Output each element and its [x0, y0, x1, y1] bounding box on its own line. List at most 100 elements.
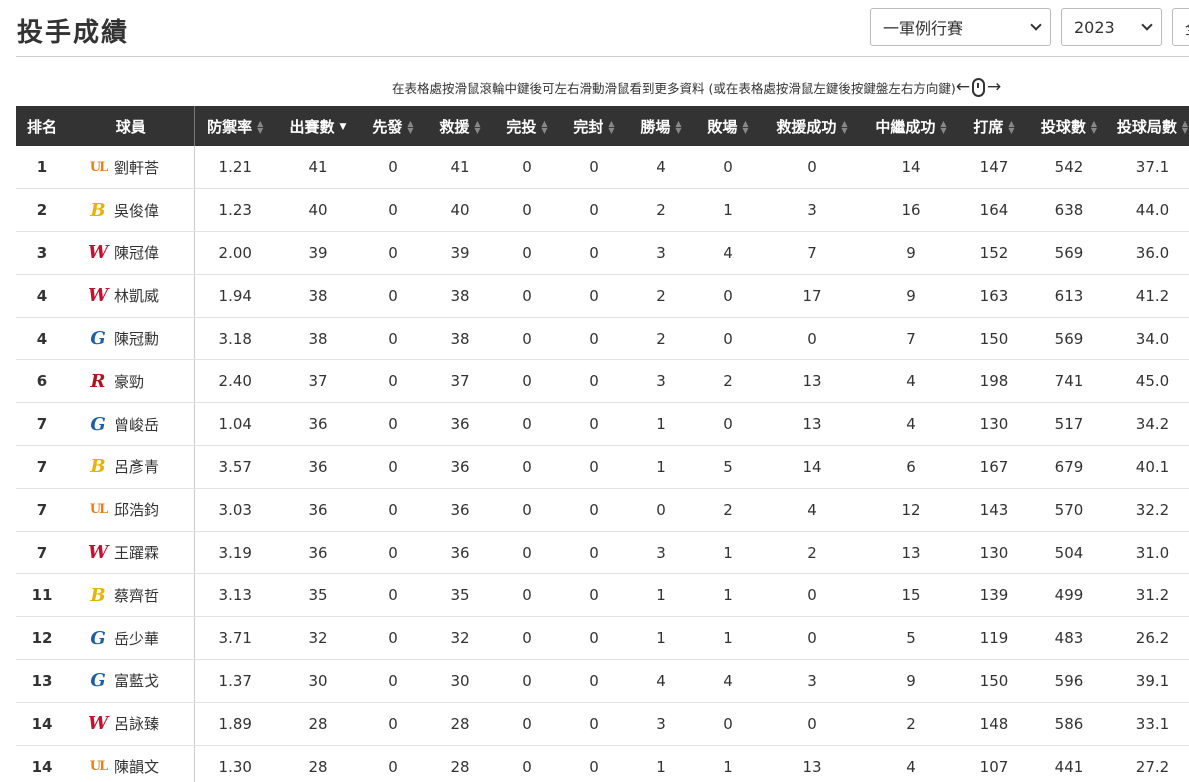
- column-header-losses[interactable]: 敗場 ▲ ▼: [694, 106, 762, 146]
- stat-cell-hld: 2: [862, 702, 960, 746]
- page-title: 投手成績: [17, 18, 130, 48]
- player-cell[interactable]: UL 陳韻文: [68, 745, 195, 782]
- stat-cell-sv: 13: [762, 359, 862, 404]
- stat-cell-era: 1.04: [194, 402, 276, 447]
- column-header-shutouts[interactable]: 完封 ▲ ▼: [560, 106, 628, 146]
- stat-cell-pa: 198: [960, 359, 1028, 404]
- player-cell[interactable]: UL 邱浩鈞: [68, 488, 195, 532]
- rank-cell: 12: [16, 616, 68, 661]
- player-cell[interactable]: G 曾峻岳: [68, 402, 195, 447]
- lions-logo-icon: UL: [89, 159, 108, 175]
- player-cell[interactable]: G 岳少華: [68, 616, 195, 661]
- stat-cell-g: 35: [276, 573, 360, 618]
- player-name[interactable]: 林凱威: [114, 287, 159, 305]
- stat-cell-era: 1.89: [194, 702, 276, 746]
- sort-icon: ▲ ▼: [257, 119, 264, 135]
- stat-cell-pa: 150: [960, 317, 1028, 361]
- stat-cell-g: 28: [308, 757, 328, 776]
- stat-cell-g: 41: [276, 146, 360, 190]
- game-type-select[interactable]: 一軍例行賽: [870, 8, 1051, 46]
- stat-cell-w: 1: [628, 445, 694, 489]
- player-cell[interactable]: B 蔡齊哲: [68, 573, 195, 618]
- player-name[interactable]: 呂彥青: [114, 458, 159, 476]
- stat-cell-pa: 167: [960, 445, 1028, 489]
- rank-cell: 1: [16, 146, 68, 190]
- player-name[interactable]: 曾峻岳: [114, 416, 159, 434]
- column-header-relief[interactable]: 救援 ▲ ▼: [426, 106, 494, 146]
- column-header-games[interactable]: 出賽數 ▼: [276, 106, 360, 146]
- stat-cell-gr: 41: [426, 146, 494, 190]
- column-header-starts[interactable]: 先發 ▲ ▼: [360, 106, 426, 146]
- player-cell[interactable]: W 陳冠偉: [68, 231, 195, 275]
- player-name[interactable]: 邱浩鈞: [114, 501, 159, 519]
- player-cell[interactable]: G 富藍戈: [68, 659, 195, 703]
- game-type-value: 一軍例行賽: [883, 19, 964, 38]
- stat-cell-pa: 152: [960, 231, 1028, 275]
- column-header-pitches[interactable]: 投球數 ▲ ▼: [1028, 106, 1110, 146]
- player-name[interactable]: 富藍戈: [114, 672, 159, 690]
- stat-cell-np: 517: [1028, 402, 1110, 447]
- stat-cell-hld: 9: [862, 231, 960, 275]
- sort-icon: ▲ ▼: [675, 119, 682, 135]
- stat-cell-w: 3: [628, 359, 694, 404]
- stat-cell-cg: 0: [494, 317, 560, 361]
- stat-cell-cg: 0: [494, 359, 560, 404]
- stat-cell-w: 2: [628, 274, 694, 318]
- column-header-batters-faced[interactable]: 打席 ▲ ▼: [960, 106, 1028, 146]
- player-cell[interactable]: B 呂彥青: [68, 445, 195, 489]
- column-header-label: 投球數: [1040, 117, 1086, 136]
- player-name[interactable]: 呂詠臻: [114, 715, 159, 733]
- team-select[interactable]: 全: [1172, 8, 1189, 46]
- player-name[interactable]: 吳俊偉: [114, 202, 159, 220]
- sort-icon: ▲ ▼: [1181, 119, 1189, 135]
- player-name[interactable]: 王躍霖: [114, 544, 159, 562]
- stat-cell-l: 2: [694, 488, 762, 532]
- stat-cell-ip: 32.2: [1110, 488, 1189, 532]
- player-cell[interactable]: R 豪勁: [68, 359, 195, 404]
- stat-cell-gr: 40: [426, 188, 494, 233]
- table-row: 13 G 富藍戈 1.37 30 0 30 0 0 4 4 3 9 150 596 39.1: [16, 659, 1189, 703]
- rank-cell: 7: [16, 445, 68, 489]
- stat-cell-sv: 17: [762, 274, 862, 318]
- player-name[interactable]: 劉軒荅: [114, 159, 159, 177]
- stat-cell-era: 3.03: [194, 488, 276, 532]
- rank-cell: 7: [16, 531, 68, 575]
- player-cell[interactable]: W 呂詠臻: [68, 702, 195, 746]
- player-name[interactable]: 岳少華: [114, 630, 159, 648]
- player-name[interactable]: 陳冠偉: [114, 244, 159, 262]
- stat-cell-sv: 7: [762, 231, 862, 275]
- table-row: 2 B 吳俊偉 1.23 40 0 40 0 0 2 1 3 16 164 638 44.0: [16, 188, 1189, 233]
- column-header-era[interactable]: 防禦率 ▲ ▼: [194, 106, 276, 146]
- stat-cell-np: 741: [1028, 359, 1110, 404]
- stat-cell-ip: 26.2: [1110, 616, 1189, 661]
- column-header-wins[interactable]: 勝場 ▲ ▼: [628, 106, 694, 146]
- table-row: 3 W 陳冠偉 2.00 39 0 39 0 0 3 4 7 9 152 569 36.0: [16, 231, 1189, 275]
- player-cell[interactable]: G 陳冠勳: [68, 317, 195, 361]
- stat-cell-era: 2.40: [194, 359, 276, 404]
- player-name[interactable]: 蔡齊哲: [114, 587, 159, 605]
- player-name[interactable]: 陳冠勳: [114, 330, 159, 348]
- column-header-innings[interactable]: 投球局數 ▲ ▼: [1110, 106, 1189, 146]
- team-value: 全: [1185, 15, 1189, 39]
- player-name[interactable]: 陳韻文: [114, 758, 159, 776]
- stat-cell-ip: 37.1: [1110, 146, 1189, 190]
- player-name[interactable]: 豪勁: [114, 373, 144, 391]
- table-row: 14 UL 陳韻文 1.30 28 0 28 0 0 1 1 13 4 107 441 27.2: [16, 745, 1189, 782]
- year-select[interactable]: 2023: [1061, 8, 1162, 46]
- column-header-saves[interactable]: 救援成功 ▲ ▼: [762, 106, 862, 146]
- column-header-complete-games[interactable]: 完投 ▲ ▼: [494, 106, 560, 146]
- player-cell[interactable]: W 林凱威: [68, 274, 195, 318]
- stat-cell-l: 4: [694, 659, 762, 703]
- dragons-logo-icon: W: [88, 713, 109, 735]
- player-cell[interactable]: B 吳俊偉: [68, 188, 195, 233]
- player-cell[interactable]: UL 劉軒荅: [68, 146, 195, 190]
- stat-cell-cg: 0: [494, 659, 560, 703]
- stat-cell-l: 4: [694, 231, 762, 275]
- column-header-holds[interactable]: 中繼成功 ▲ ▼: [862, 106, 960, 146]
- stat-cell-hld: 12: [862, 488, 960, 532]
- sort-icon: ▲ ▼: [541, 119, 548, 135]
- stat-cell-gs: 0: [360, 531, 426, 575]
- player-cell[interactable]: W 王躍霖: [68, 531, 195, 575]
- stat-cell-cg: 0: [494, 702, 560, 746]
- sort-icon: ▲ ▼: [407, 119, 414, 135]
